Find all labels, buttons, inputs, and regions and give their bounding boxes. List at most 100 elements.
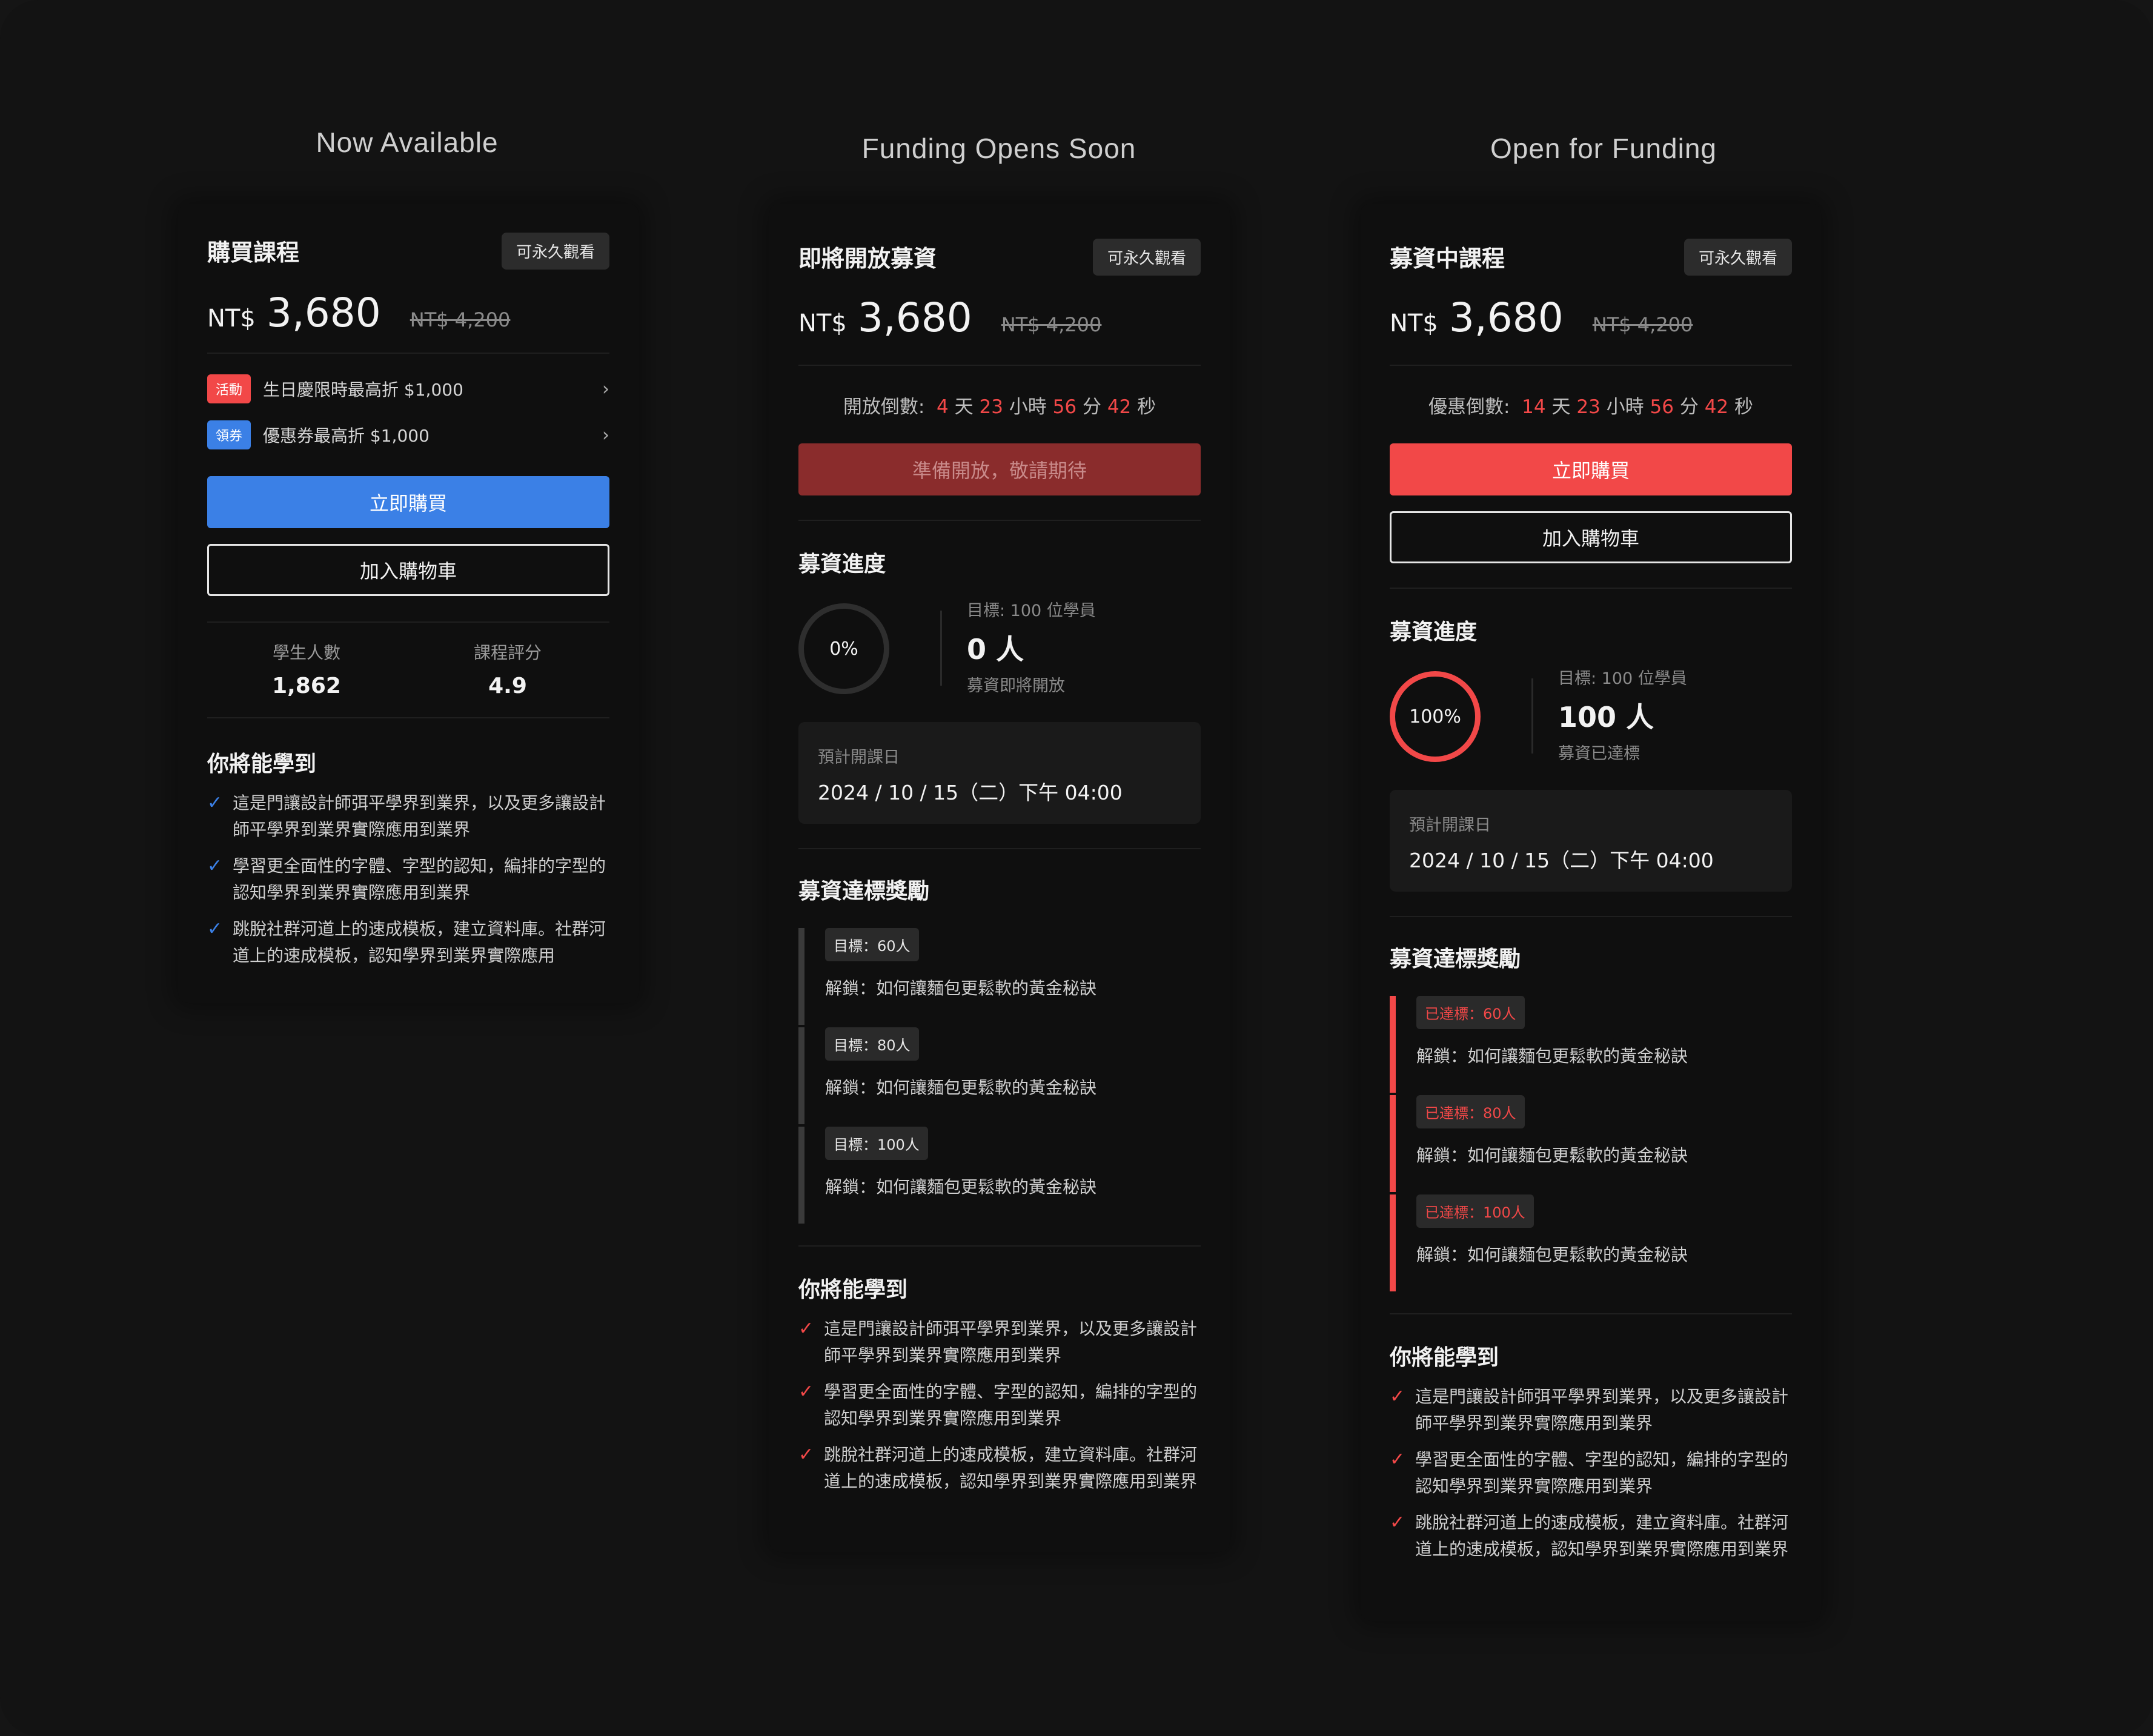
watch-forever-badge: 可永久觀看 bbox=[1684, 239, 1792, 276]
currency-label: NT$ bbox=[1390, 310, 1438, 337]
chevron-right-icon: › bbox=[602, 424, 609, 446]
divider bbox=[1390, 365, 1792, 366]
divider bbox=[207, 717, 609, 718]
countdown-hours: 23 bbox=[979, 396, 1003, 418]
price-value: 3,680 bbox=[266, 290, 381, 336]
date-value: 2024 / 10 / 15（二）下午 04:00 bbox=[818, 781, 1123, 804]
countdown-label: 優惠倒數: bbox=[1428, 396, 1510, 418]
divider bbox=[798, 1245, 1201, 1247]
column-heading: Funding Opens Soon bbox=[861, 133, 1136, 164]
promo-row-event[interactable]: 活動 生日慶限時最高折 $1,000 › bbox=[207, 374, 609, 403]
goal-status: 募資已達標 bbox=[1558, 744, 1640, 763]
unit: 天 bbox=[954, 396, 974, 418]
list-item: ✓ 這是門讓設計師弭平學界到業界，以及更多讓設計師平學界到業界實際應用到業界 bbox=[207, 790, 609, 843]
unit: 秒 bbox=[1734, 396, 1753, 418]
progress-title: 募資進度 bbox=[798, 552, 886, 577]
learn-list: ✓ 這是門讓設計師弭平學界到業界，以及更多讓設計師平學界到業界實際應用到業界 ✓ 學… bbox=[207, 790, 609, 979]
promo-row-coupon[interactable]: 領券 優惠券最高折 $1,000 › bbox=[207, 420, 609, 449]
start-date-box: 預計開課日 2024 / 10 / 15（二）下午 04:00 bbox=[1390, 790, 1792, 892]
stat-label: 學生人數 bbox=[272, 643, 340, 663]
learn-list: ✓ 這是門讓設計師弭平學界到業界，以及更多讓設計師平學界到業界實際應用到業界 ✓ 學… bbox=[1390, 1383, 1792, 1572]
course-card-funding: 募資中課程 可永久觀看 NT$ 3,680 NT$ 4,200 優惠倒數: 14… bbox=[1361, 204, 1821, 1621]
promo-text: 生日慶限時最高折 $1,000 bbox=[263, 380, 463, 400]
column-heading: Open for Funding bbox=[1490, 133, 1717, 164]
learn-item-text: 跳脫社群河道上的速成模板，建立資料庫。社群河道上的速成模板，認知學界到業界實際應… bbox=[1415, 1512, 1789, 1559]
countdown-minutes: 56 bbox=[1650, 396, 1674, 418]
goal-value: 0 人 bbox=[967, 633, 1024, 666]
unit: 小時 bbox=[1009, 396, 1047, 418]
stat-label: 課程評分 bbox=[473, 643, 542, 663]
list-item: ✓ 跳脫社群河道上的速成模板，建立資料庫。社群河道上的速成模板，認知學界到業界實際… bbox=[207, 916, 609, 969]
price-block: NT$ 3,680 NT$ 4,200 bbox=[798, 294, 1101, 341]
check-icon: ✓ bbox=[798, 1444, 814, 1465]
milestone-bar bbox=[798, 928, 804, 1025]
goal-status: 募資即將開放 bbox=[967, 677, 1065, 695]
milestone-text: 解鎖：如何讓麵包更鬆軟的黃金秘訣 bbox=[825, 1078, 1097, 1098]
price-value: 3,680 bbox=[857, 294, 972, 341]
divider bbox=[1531, 678, 1533, 754]
chevron-right-icon: › bbox=[602, 378, 609, 400]
countdown-seconds: 42 bbox=[1107, 396, 1132, 418]
check-icon: ✓ bbox=[207, 855, 223, 876]
card-title: 即將開放募資 bbox=[798, 245, 937, 272]
countdown-days: 14 bbox=[1522, 396, 1546, 418]
milestone: 已達標：80人 解鎖：如何讓麵包更鬆軟的黃金秘訣 bbox=[1390, 1095, 1792, 1192]
goal-value: 100 人 bbox=[1558, 701, 1654, 734]
milestone-bar bbox=[1390, 1194, 1396, 1291]
buy-now-button[interactable]: 立即購買 bbox=[207, 476, 609, 528]
goal-label: 目標: 100 位學員 bbox=[1558, 669, 1687, 688]
add-to-cart-button[interactable]: 加入購物車 bbox=[207, 544, 609, 596]
learn-item-text: 學習更全面性的字體、字型的認知，編排的字型的認知學界到業界實際應用到業界 bbox=[1415, 1449, 1789, 1496]
learn-item-text: 學習更全面性的字體、字型的認知，編排的字型的認知學界到業界實際應用到業界 bbox=[233, 856, 606, 903]
divider bbox=[798, 848, 1201, 849]
learn-item-text: 這是門讓設計師弭平學界到業界，以及更多讓設計師平學界到業界實際應用到業界 bbox=[1415, 1386, 1789, 1433]
list-item: ✓ 跳脫社群河道上的速成模板，建立資料庫。社群河道上的速成模板，認知學界到業界實際… bbox=[1390, 1509, 1792, 1563]
add-to-cart-button[interactable]: 加入購物車 bbox=[1390, 511, 1792, 563]
milestone-bar bbox=[798, 1127, 804, 1224]
original-price: NT$ 4,200 bbox=[1001, 313, 1102, 336]
milestone-bar bbox=[798, 1027, 804, 1124]
milestone-tag: 已達標：60人 bbox=[1416, 996, 1525, 1029]
buy-now-button[interactable]: 立即購買 bbox=[1390, 443, 1792, 495]
card-title: 購買課程 bbox=[207, 239, 300, 266]
check-icon: ✓ bbox=[1390, 1386, 1405, 1407]
divider bbox=[940, 611, 942, 686]
milestone-tag: 已達標：80人 bbox=[1416, 1095, 1525, 1128]
stat-students: 學生人數 1,862 bbox=[216, 640, 397, 698]
price-block: NT$ 3,680 NT$ 4,200 bbox=[207, 290, 510, 336]
learn-item-text: 這是門讓設計師弭平學界到業界，以及更多讓設計師平學界到業界實際應用到業界 bbox=[824, 1319, 1198, 1365]
divider bbox=[207, 353, 609, 354]
learn-item-text: 這是門讓設計師弭平學界到業界，以及更多讓設計師平學界到業界實際應用到業界 bbox=[233, 793, 606, 840]
currency-label: NT$ bbox=[798, 310, 847, 337]
unit: 分 bbox=[1082, 396, 1101, 418]
learn-item-text: 學習更全面性的字體、字型的認知，編排的字型的認知學界到業界實際應用到業界 bbox=[824, 1382, 1198, 1428]
list-item: ✓ 跳脫社群河道上的速成模板，建立資料庫。社群河道上的速成模板，認知學界到業界實際… bbox=[798, 1442, 1201, 1495]
opening-countdown: 開放倒數: 4 天 23 小時 56 分 42 秒 bbox=[798, 391, 1201, 419]
currency-label: NT$ bbox=[207, 305, 256, 333]
list-item: ✓ 這是門讓設計師弭平學界到業界，以及更多讓設計師平學界到業界實際應用到業界 bbox=[798, 1316, 1201, 1369]
column-heading: Now Available bbox=[316, 127, 499, 158]
learn-item-text: 跳脫社群河道上的速成模板，建立資料庫。社群河道上的速成模板，認知學界到業界實際應… bbox=[824, 1445, 1198, 1491]
date-value: 2024 / 10 / 15（二）下午 04:00 bbox=[1409, 849, 1714, 872]
watch-forever-badge: 可永久觀看 bbox=[1092, 239, 1201, 276]
event-tag: 活動 bbox=[207, 374, 251, 403]
learn-item-text: 跳脫社群河道上的速成模板，建立資料庫。社群河道上的速成模板，認知學界到業界實際應… bbox=[233, 919, 606, 966]
milestone-tag: 目標：100人 bbox=[825, 1127, 928, 1160]
list-item: ✓ 學習更全面性的字體、字型的認知，編排的字型的認知學界到業界實際應用到業界 bbox=[798, 1379, 1201, 1432]
milestone-text: 解鎖：如何讓麵包更鬆軟的黃金秘訣 bbox=[1416, 1245, 1688, 1265]
list-item: ✓ 學習更全面性的字體、字型的認知，編排的字型的認知學界到業界實際應用到業界 bbox=[207, 853, 609, 906]
milestone-text: 解鎖：如何讓麵包更鬆軟的黃金秘訣 bbox=[1416, 1046, 1688, 1066]
milestone-bar bbox=[1390, 1095, 1396, 1192]
countdown-seconds: 42 bbox=[1704, 396, 1729, 418]
countdown-minutes: 56 bbox=[1052, 396, 1077, 418]
milestone-text: 解鎖：如何讓麵包更鬆軟的黃金秘訣 bbox=[825, 978, 1097, 998]
countdown-hours: 23 bbox=[1576, 396, 1601, 418]
learn-title: 你將能學到 bbox=[798, 1277, 908, 1302]
check-icon: ✓ bbox=[1390, 1512, 1405, 1533]
discount-countdown: 優惠倒數: 14 天 23 小時 56 分 42 秒 bbox=[1390, 391, 1792, 419]
promo-text: 優惠券最高折 $1,000 bbox=[263, 426, 430, 446]
price-value: 3,680 bbox=[1448, 294, 1564, 341]
divider bbox=[798, 365, 1201, 366]
milestone: 目標：60人 解鎖：如何讓麵包更鬆軟的黃金秘訣 bbox=[798, 928, 1201, 1025]
date-label: 預計開課日 bbox=[818, 748, 900, 767]
